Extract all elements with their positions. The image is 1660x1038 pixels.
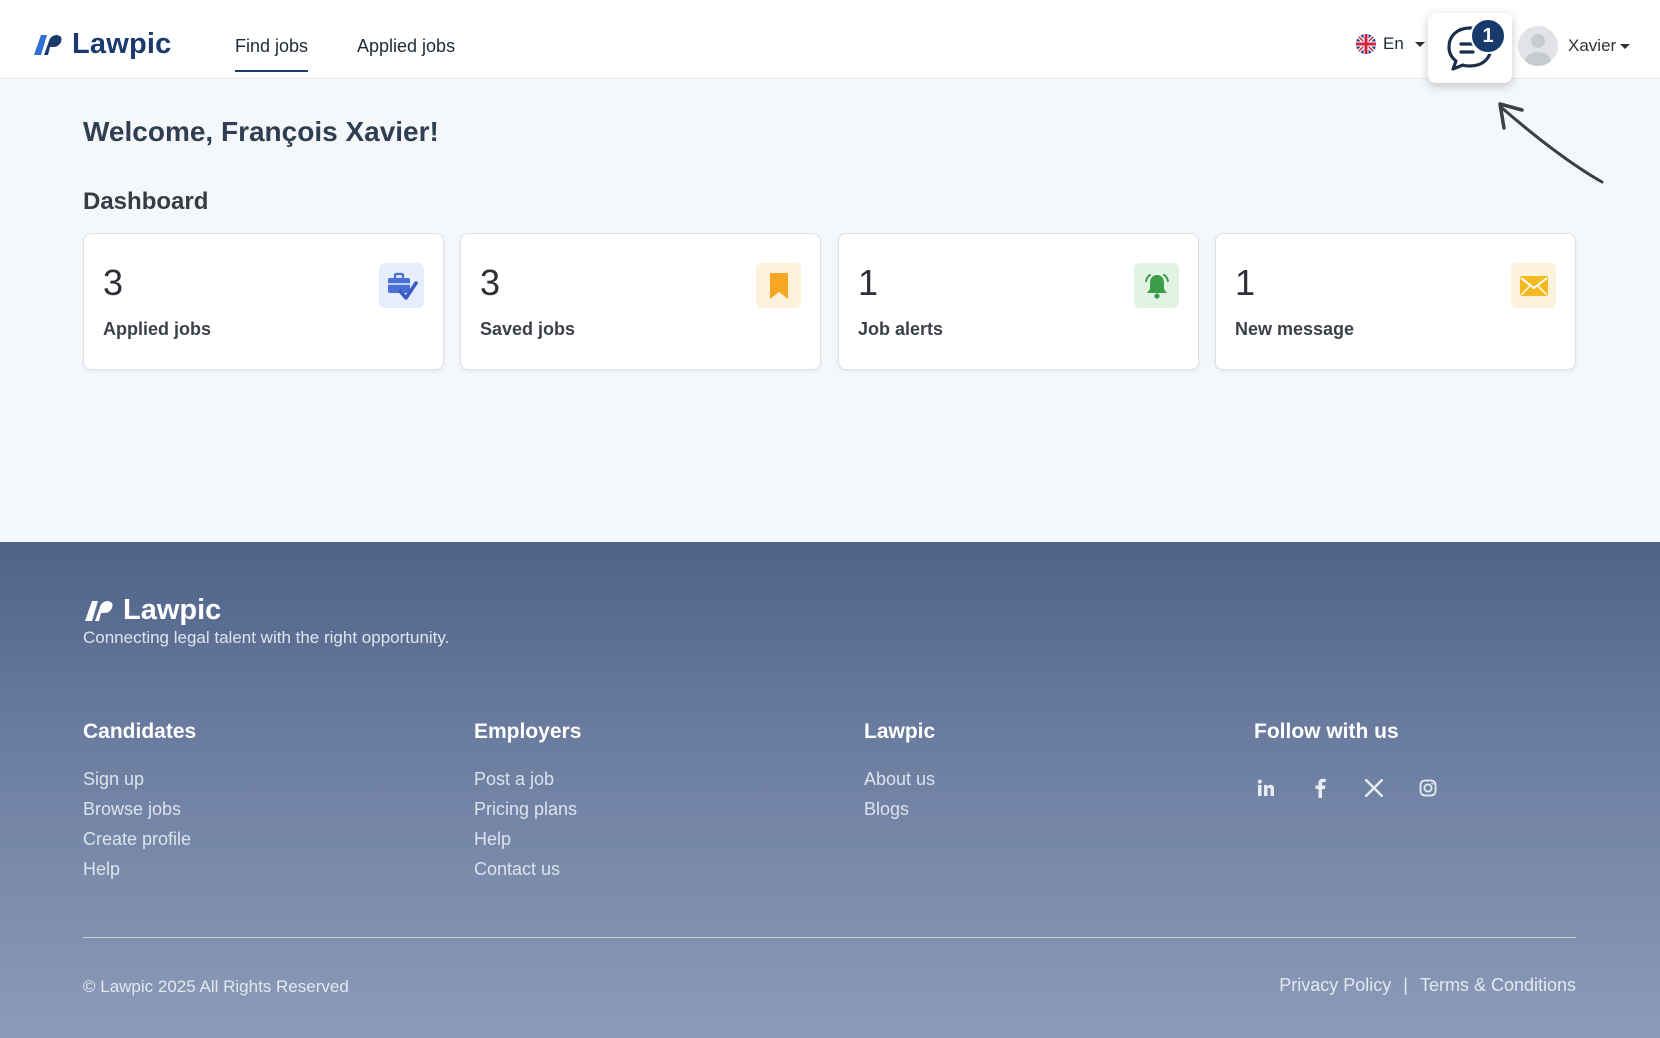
card-label: Applied jobs — [103, 319, 211, 339]
terms-conditions-link[interactable]: Terms & Conditions — [1420, 975, 1576, 996]
job-alerts-card[interactable]: 1 Job alerts — [838, 233, 1199, 370]
footer-link-about-us[interactable]: About us — [864, 764, 935, 794]
language-selector[interactable]: En — [1356, 34, 1425, 54]
user-menu[interactable]: Xavier — [1518, 26, 1631, 66]
card-count: 3 — [103, 262, 124, 303]
messages-badge: 1 — [1470, 18, 1506, 54]
language-label: En — [1383, 34, 1404, 53]
footer-column-title: Follow with us — [1254, 720, 1399, 743]
chevron-down-icon — [1620, 43, 1631, 49]
social-links — [1256, 778, 1438, 798]
footer-link-blogs[interactable]: Blogs — [864, 794, 935, 824]
card-count: 3 — [480, 262, 501, 303]
card-label: Saved jobs — [480, 319, 576, 339]
welcome-heading: Welcome, François Xavier! — [83, 116, 439, 147]
footer-link-sign-up[interactable]: Sign up — [83, 764, 196, 794]
footer-column-employers: Employers Post a job Pricing plans Help … — [474, 720, 581, 884]
card-count: 1 — [858, 262, 879, 303]
footer-link-help[interactable]: Help — [83, 854, 196, 884]
tab-find-jobs[interactable]: Find jobs — [235, 36, 309, 72]
saved-jobs-card[interactable]: 3 Saved jobs — [460, 233, 821, 370]
instagram-icon[interactable] — [1418, 778, 1438, 798]
x-icon[interactable] — [1364, 778, 1384, 798]
card-label: New message — [1235, 319, 1355, 339]
linkedin-icon[interactable] — [1256, 778, 1276, 798]
footer-column-candidates: Candidates Sign up Browse jobs Create pr… — [83, 720, 196, 884]
lawpic-logo-icon — [85, 600, 113, 621]
footer-column-title: Employers — [474, 720, 582, 743]
lawpic-logo-icon — [34, 34, 62, 55]
top-navbar: Lawpic Find jobs Applied jobs En Xavier — [0, 0, 1660, 79]
footer-logo[interactable]: Lawpic — [83, 594, 221, 627]
brand-name: Lawpic — [72, 28, 172, 60]
briefcase-check-icon — [379, 263, 424, 308]
footer-column-lawpic: Lawpic About us Blogs — [864, 720, 935, 824]
copyright-text: © Lawpic 2025 All Rights Reserved — [83, 977, 349, 996]
new-message-card[interactable]: 1 New message — [1215, 233, 1576, 370]
dashboard-title: Dashboard — [83, 188, 209, 215]
envelope-icon — [1511, 263, 1556, 308]
arrow-annotation-icon — [1498, 102, 1604, 184]
footer-link-browse-jobs[interactable]: Browse jobs — [83, 794, 196, 824]
footer-link-create-profile[interactable]: Create profile — [83, 824, 196, 854]
bookmark-icon — [756, 263, 801, 308]
footer-brand-name: Lawpic — [123, 594, 222, 626]
footer-column-title: Candidates — [83, 720, 197, 743]
footer-column-title: Lawpic — [864, 720, 936, 743]
tab-applied-jobs[interactable]: Applied jobs — [357, 36, 455, 57]
footer-divider — [83, 937, 1576, 938]
legal-links: Privacy Policy | Terms & Conditions — [1279, 975, 1576, 996]
footer-tagline: Connecting legal talent with the right o… — [83, 628, 450, 647]
facebook-icon[interactable] — [1310, 778, 1330, 798]
footer-column-follow: Follow with us — [1254, 720, 1399, 764]
footer-link-help[interactable]: Help — [474, 824, 581, 854]
footer: Lawpic Connecting legal talent with the … — [0, 542, 1660, 1038]
user-icon — [1525, 34, 1551, 66]
legal-separator: | — [1403, 975, 1408, 995]
privacy-policy-link[interactable]: Privacy Policy — [1279, 975, 1391, 996]
avatar — [1518, 26, 1558, 66]
applied-jobs-card[interactable]: 3 Applied jobs — [83, 233, 444, 370]
uk-flag-icon — [1356, 34, 1376, 54]
footer-link-pricing-plans[interactable]: Pricing plans — [474, 794, 581, 824]
user-name: Xavier — [1568, 36, 1617, 55]
card-count: 1 — [1235, 262, 1256, 303]
card-label: Job alerts — [858, 319, 944, 339]
bell-icon — [1134, 263, 1179, 308]
chevron-down-icon — [1414, 41, 1425, 47]
brand-logo[interactable]: Lawpic — [32, 28, 172, 61]
footer-link-contact-us[interactable]: Contact us — [474, 854, 581, 884]
footer-link-post-a-job[interactable]: Post a job — [474, 764, 581, 794]
